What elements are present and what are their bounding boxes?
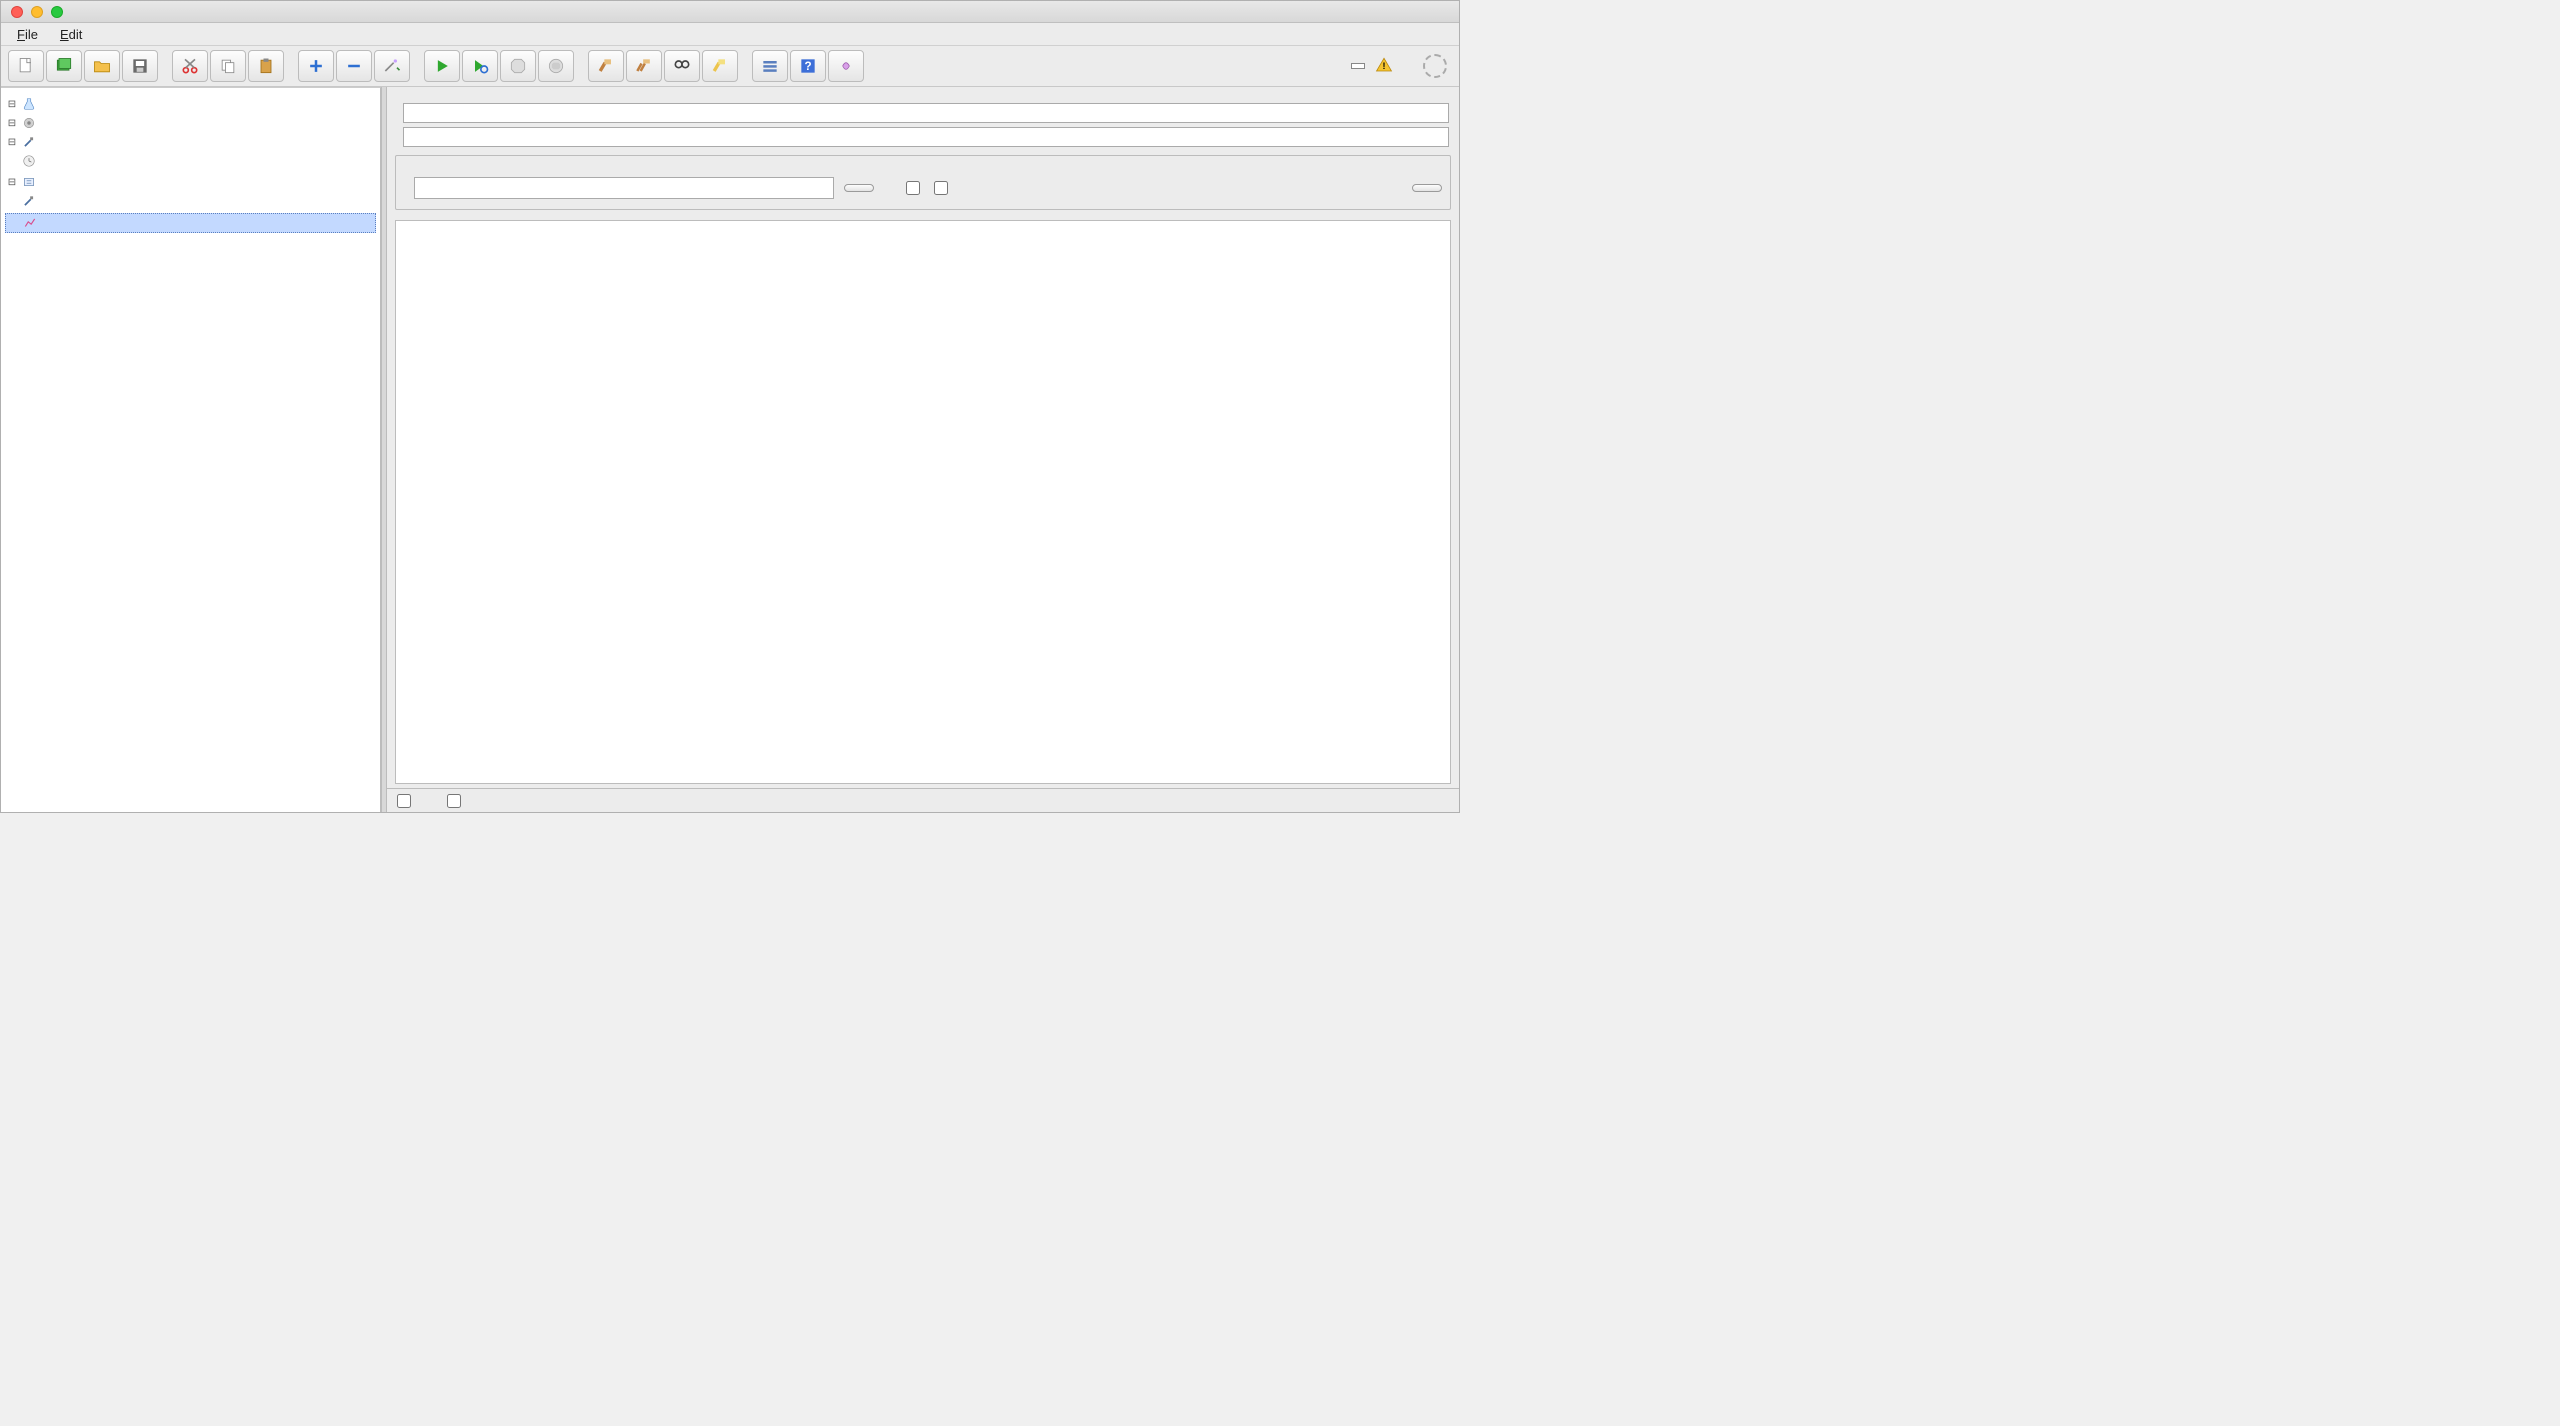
open-button[interactable] [84,50,120,82]
gear-icon [21,115,37,131]
write-results-fieldset [395,155,1451,210]
filename-input[interactable] [414,177,834,199]
menu-help[interactable] [160,32,180,36]
save-button[interactable] [122,50,158,82]
start-button[interactable] [424,50,460,82]
tree-item-http-sequential[interactable]: · [5,192,376,210]
search-icon-button[interactable] [664,50,700,82]
stop-button[interactable] [500,50,536,82]
menu-run[interactable] [116,32,136,36]
expand-toggle-icon[interactable]: ⊟ [7,137,17,148]
tree-panel: ⊟ ⊟ [1,87,381,812]
tree-item-http-parallel[interactable]: ⊟ [5,133,376,151]
status-bar [387,788,1459,812]
tree-item-thread-group[interactable]: ⊟ [5,114,376,132]
copy-button[interactable] [210,50,246,82]
plugin-button[interactable] [828,50,864,82]
clear-button[interactable] [588,50,624,82]
reset-search-button[interactable] [702,50,738,82]
collapse-button[interactable] [336,50,372,82]
templates-button[interactable] [46,50,82,82]
function-helper-button[interactable] [752,50,788,82]
titlebar [1,1,1459,23]
expand-button[interactable] [298,50,334,82]
expand-toggle-icon[interactable]: ⊟ [7,118,17,129]
menu-edit[interactable]: Edit [50,25,92,44]
comments-input[interactable] [403,127,1449,147]
clear-all-button[interactable] [626,50,662,82]
svg-text:!: ! [1383,60,1386,70]
menubar: File Edit [1,23,1459,45]
warning-icon: ! [1375,56,1393,77]
toolbar: ? ! [1,45,1459,87]
minimize-window-button[interactable] [31,6,43,18]
scroll-auto-checkbox[interactable] [397,794,417,808]
dropper-icon [21,193,37,209]
dropper-icon [21,134,37,150]
help-icon-button[interactable]: ? [790,50,826,82]
successes-checkbox[interactable] [934,181,952,195]
content-panel [387,87,1459,812]
clock-icon [21,153,37,169]
expand-toggle-icon[interactable]: ⊟ [7,99,17,110]
cut-button[interactable] [172,50,208,82]
new-button[interactable] [8,50,44,82]
child-samples-checkbox[interactable] [447,794,467,808]
paste-button[interactable] [248,50,284,82]
close-window-button[interactable] [11,6,23,18]
browse-button[interactable] [844,184,874,192]
tree-item-view-results[interactable]: · [5,213,376,233]
maximize-window-button[interactable] [51,6,63,18]
app-window: File Edit [0,0,1460,813]
shutdown-button[interactable] [538,50,574,82]
errors-checkbox[interactable] [906,181,924,195]
panel-title [387,87,1459,101]
menu-file[interactable]: File [7,25,48,44]
start-no-pause-button[interactable] [462,50,498,82]
expand-toggle-icon[interactable]: ⊟ [7,177,17,188]
menu-options[interactable] [138,32,158,36]
results-table[interactable] [395,220,1451,784]
controller-icon [21,174,37,190]
tree-item-test-plan[interactable]: ⊟ [5,95,376,113]
activity-spinner [1423,54,1447,78]
name-input[interactable] [403,103,1449,123]
svg-text:?: ? [804,60,811,73]
configure-button[interactable] [1412,184,1442,192]
elapsed-timer [1351,63,1365,69]
tree-item-sync-timer[interactable]: · [5,152,376,170]
menu-search[interactable] [94,32,114,36]
tree-item-critical-section[interactable]: ⊟ [5,173,376,191]
toggle-button[interactable] [374,50,410,82]
flask-icon [21,96,37,112]
chart-icon [22,215,38,231]
